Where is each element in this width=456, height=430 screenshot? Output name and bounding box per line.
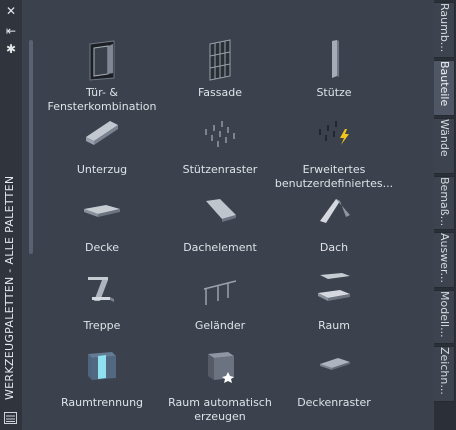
tool-column[interactable]: Stütze: [269, 38, 399, 100]
tool-curtain-wall[interactable]: Fassade: [155, 38, 285, 100]
tab-bemassung[interactable]: Bemaß...: [434, 176, 455, 230]
tool-railing[interactable]: Geländer: [155, 271, 285, 333]
tab-raumbuch[interactable]: Raumb...: [434, 2, 455, 58]
palette-tab-strip: Raumb... Bauteile Wände Bemaß... Auswer.…: [434, 0, 456, 430]
tool-space-separator[interactable]: Raumtrennung: [37, 348, 167, 410]
tool-beam[interactable]: Unterzug: [37, 115, 167, 177]
tool-door-window-assembly[interactable]: Tür- & Fensterkombination: [37, 38, 167, 114]
column-grid-icon: [205, 121, 235, 147]
tool-space[interactable]: Raum: [269, 271, 399, 333]
curtain-wall-icon: [209, 39, 231, 81]
gear-icon[interactable]: ✱: [4, 42, 18, 56]
tab-waende[interactable]: Wände: [434, 118, 455, 174]
custom-grid-icon: [319, 121, 349, 145]
tool-enhanced-custom-grid[interactable]: Erweitertes benutzerdefiniertes...: [269, 115, 399, 191]
tool-roof[interactable]: Dach: [269, 193, 399, 255]
door-window-assembly-icon: [89, 40, 115, 81]
auto-hide-icon[interactable]: ⇤: [4, 24, 18, 38]
tool-roof-slab[interactable]: Dachelement: [155, 193, 285, 255]
tool-column-grid[interactable]: Stützenraster: [155, 115, 285, 177]
tab-bauteile[interactable]: Bauteile: [434, 60, 455, 116]
roof-icon: [320, 199, 350, 223]
tool-slab[interactable]: Decke: [37, 193, 167, 255]
space-separator-icon: [88, 352, 116, 380]
space-auto-generate-icon: [208, 352, 234, 383]
ceiling-grid-icon: [320, 358, 350, 370]
tool-stair[interactable]: Treppe: [37, 271, 167, 333]
roof-slab-icon: [206, 199, 236, 222]
railing-icon: [203, 280, 237, 305]
tab-zeichnung[interactable]: Zeichn...: [434, 346, 455, 402]
column-icon: [332, 40, 339, 78]
palette-title-bar[interactable]: ✕ ⇤ ✱ WERKZEUGPALETTEN - ALLE PALETTEN: [0, 0, 23, 430]
slab-icon: [84, 205, 120, 217]
scrollbar[interactable]: [29, 40, 33, 254]
tool-ceiling-grid[interactable]: Deckenraster: [269, 348, 399, 410]
beam-icon: [86, 121, 118, 145]
tab-modell[interactable]: Modell...: [434, 290, 455, 344]
tool-palette-window: ✕ ⇤ ✱ WERKZEUGPALETTEN - ALLE PALETTEN T…: [0, 0, 456, 430]
tool-space-auto-generate[interactable]: Raum automatisch erzeugen: [155, 348, 285, 424]
close-icon[interactable]: ✕: [4, 4, 18, 18]
tool-palette-content: Tür- & Fensterkombination Fassade Stütze: [22, 0, 434, 430]
palette-list-icon[interactable]: [4, 412, 17, 424]
tab-auswertung[interactable]: Auswer...: [434, 232, 455, 288]
palette-title: WERKZEUGPALETTEN - ALLE PALETTEN: [3, 175, 16, 400]
space-icon: [318, 273, 350, 301]
stair-icon: [88, 277, 114, 302]
